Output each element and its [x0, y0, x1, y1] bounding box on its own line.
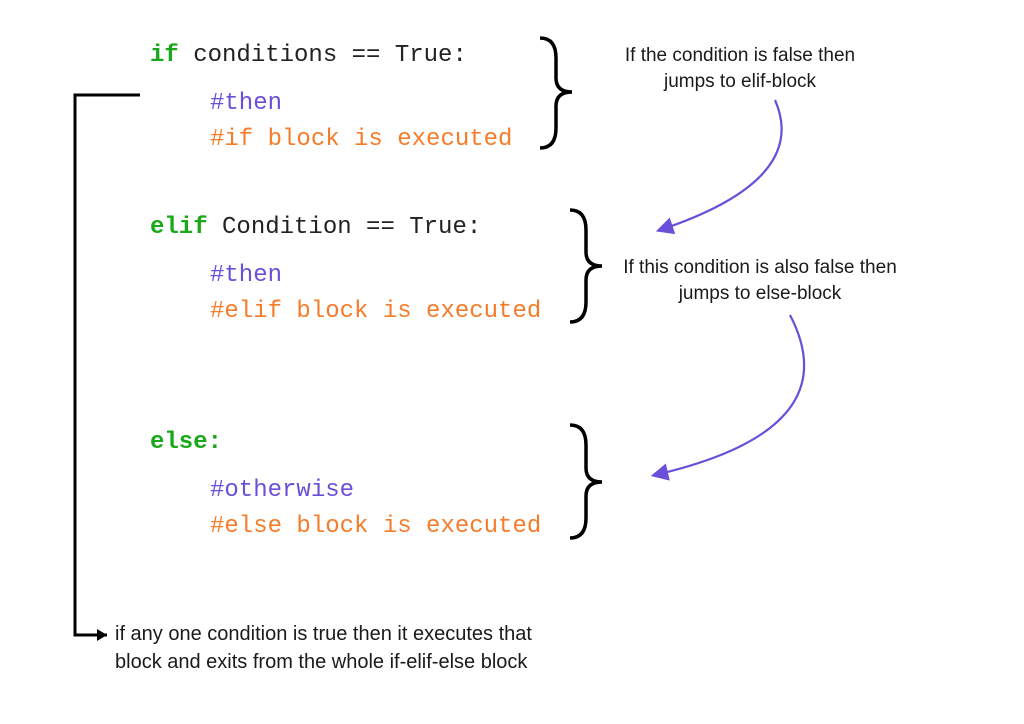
- else-comment-otherwise: #otherwise: [210, 473, 541, 509]
- if-brace-icon: [540, 38, 572, 148]
- elif-condition: Condition == True:: [208, 214, 482, 241]
- elif-keyword: elif: [150, 214, 208, 241]
- else-line: else:: [150, 425, 541, 461]
- else-brace-icon: [570, 425, 602, 538]
- if-comment-then: #then: [210, 86, 512, 122]
- elif-line: elif Condition == True:: [150, 210, 541, 246]
- if-condition: conditions == True:: [179, 42, 467, 69]
- arrow-if-to-elif-icon: [660, 100, 782, 230]
- elif-false-annotation: If this condition is also false then jum…: [590, 255, 930, 306]
- if-false-annotation: If the condition is false then jumps to …: [595, 43, 885, 94]
- else-block: else: #otherwise #else block is executed: [150, 425, 541, 545]
- bottom-annotation: if any one condition is true then it exe…: [115, 620, 675, 676]
- if-comment-body: #if block is executed: [210, 122, 512, 158]
- if-keyword: if: [150, 42, 179, 69]
- left-bracket-icon: [75, 95, 140, 641]
- else-keyword: else:: [150, 429, 222, 456]
- if-block: if conditions == True: #then #if block i…: [150, 38, 512, 158]
- elif-block: elif Condition == True: #then #elif bloc…: [150, 210, 541, 330]
- if-line: if conditions == True:: [150, 38, 512, 74]
- arrow-elif-to-else-icon: [655, 315, 804, 475]
- else-comment-body: #else block is executed: [210, 509, 541, 545]
- elif-comment-then: #then: [210, 258, 541, 294]
- elif-comment-body: #elif block is executed: [210, 294, 541, 330]
